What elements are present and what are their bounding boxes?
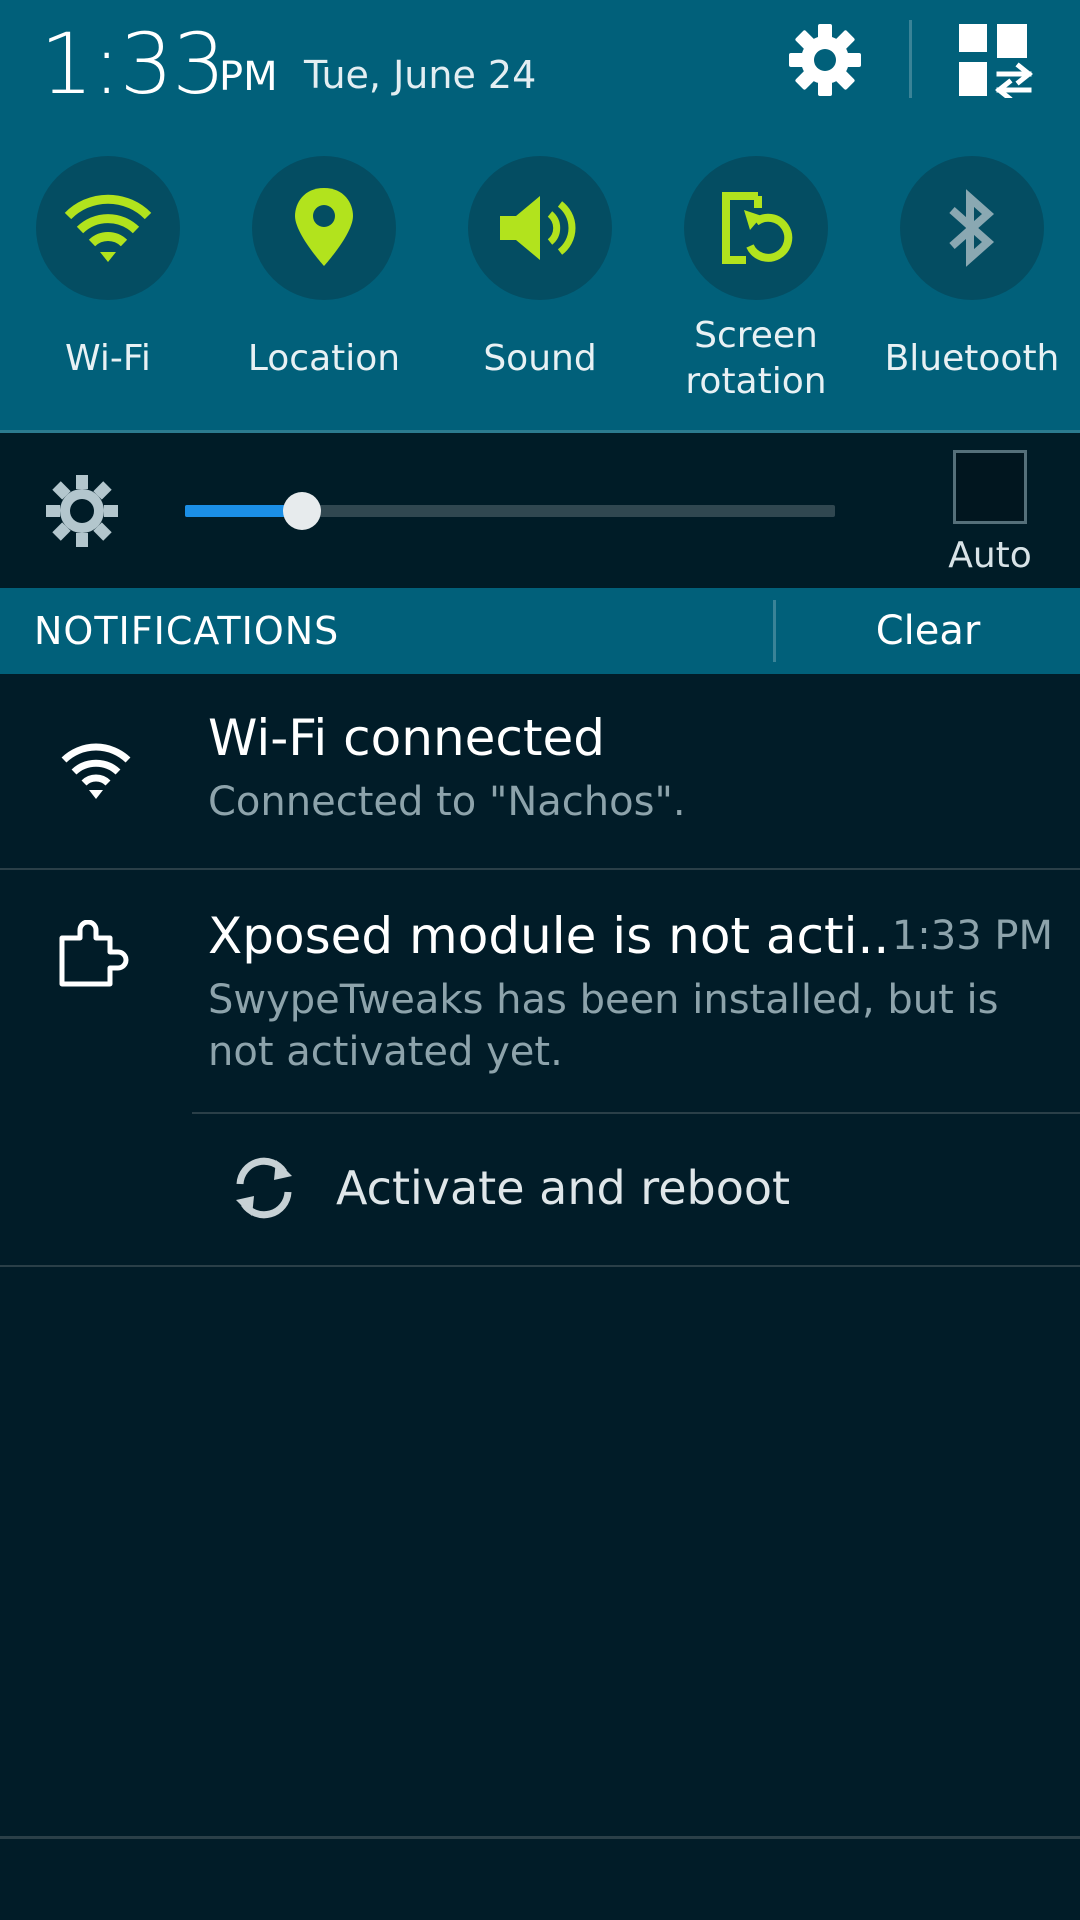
notification-wifi[interactable]: Wi-Fi connected Connected to "Nachos". (0, 674, 1080, 868)
notification-time: 1:33 PM (891, 913, 1053, 959)
toggle-sound[interactable]: Sound (450, 156, 630, 382)
brightness-sun-icon (46, 475, 118, 547)
quick-settings-grid-icon (959, 24, 1034, 102)
toggle-screen-rotation-circle (684, 156, 828, 300)
wifi-icon (64, 194, 152, 262)
auto-brightness-checkbox[interactable] (953, 450, 1027, 524)
puzzle-piece-icon (59, 920, 129, 987)
clear-button[interactable]: Clear (776, 588, 1080, 674)
clock-time: 1:33 (40, 15, 226, 113)
refresh-icon (236, 1157, 292, 1219)
action-label: Activate and reboot (336, 1161, 791, 1215)
toggle-wifi-label: Wi-Fi (65, 338, 151, 379)
quick-panel-header: 1:33 PM Tue, June 24 Wi-Fi Location Soun… (0, 0, 1080, 430)
notification-text: SwypeTweaks has been installed, but is n… (208, 977, 999, 1075)
notification-separator (0, 1265, 1080, 1267)
auto-brightness-label: Auto (948, 535, 1032, 576)
toggle-sound-circle (468, 156, 612, 300)
toggle-bluetooth-circle (900, 156, 1044, 300)
gear-icon (789, 24, 861, 96)
location-pin-icon (295, 188, 353, 266)
speaker-icon (500, 196, 576, 260)
toggle-bluetooth-label: Bluetooth (884, 338, 1060, 379)
notification-action-separator (192, 1112, 1080, 1114)
clock-ampm: PM (219, 54, 278, 100)
toggle-wifi-circle (36, 156, 180, 300)
toggle-screen-rotation-label: Screen rotation (685, 315, 827, 402)
notifications-bar: NOTIFICATIONS Clear (0, 588, 1080, 674)
notification-xposed[interactable]: Xposed module is not acti.. 1:33 PM Swyp… (0, 870, 1080, 1110)
notification-panel: 1:33 PM Tue, June 24 Wi-Fi Location Soun… (0, 0, 1080, 1920)
screen-rotation-icon (722, 192, 793, 264)
toggle-wifi[interactable]: Wi-Fi (18, 156, 198, 382)
notifications-title: NOTIFICATIONS (34, 609, 340, 653)
brightness-slider-thumb[interactable] (283, 492, 321, 530)
brightness-row: Auto (0, 433, 1080, 588)
toggle-screen-rotation[interactable]: Screen rotation (666, 156, 846, 405)
notification-title: Wi-Fi connected (208, 709, 605, 767)
toggle-location-circle (252, 156, 396, 300)
toggle-location[interactable]: Location (234, 156, 414, 382)
header-divider (909, 20, 912, 98)
toggle-sound-label: Sound (483, 338, 597, 379)
panel-bottom-line (0, 1836, 1080, 1839)
date-label: Tue, June 24 (304, 53, 537, 97)
bluetooth-icon (949, 189, 995, 267)
notification-title: Xposed module is not acti.. (208, 907, 890, 965)
activate-and-reboot-button[interactable]: Activate and reboot (192, 1125, 1080, 1255)
quick-settings-grid-button[interactable] (957, 22, 1034, 102)
settings-button[interactable] (785, 20, 865, 100)
toggle-bluetooth[interactable]: Bluetooth (882, 156, 1062, 382)
brightness-slider[interactable] (185, 475, 835, 545)
notification-text: Connected to "Nachos". (208, 779, 686, 825)
toggle-location-label: Location (247, 338, 401, 379)
wifi-icon (61, 743, 131, 799)
